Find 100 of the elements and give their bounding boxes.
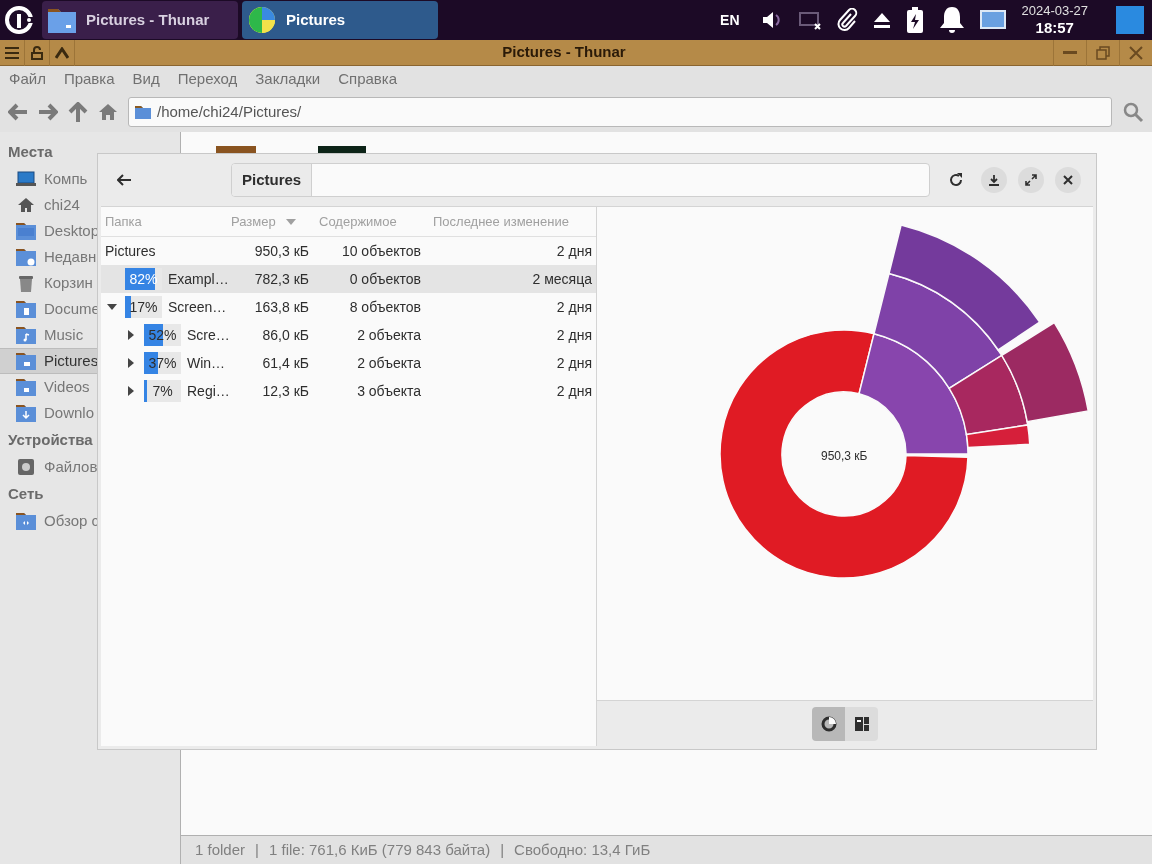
size-cell-text: 782,3 кБ: [253, 269, 309, 289]
modified-cell-text: 2 дня: [555, 325, 593, 345]
network-folder-icon: [16, 511, 36, 531]
sidebar-item[interactable]: Файлов: [0, 454, 180, 480]
window-title: Pictures - Thunar: [502, 42, 626, 63]
back-arrow-icon: [117, 174, 131, 186]
location-field[interactable]: /home/chi24/Pictures/: [128, 97, 1112, 127]
folder-name: Scre…: [187, 325, 230, 345]
menu-item[interactable]: Правка: [63, 67, 115, 91]
modified-cell-text: 2 дня: [555, 381, 593, 401]
menu-item[interactable]: Переход: [177, 67, 238, 91]
contents-cell-text: 2 объекта: [356, 353, 421, 373]
menu-icon: [5, 46, 19, 59]
expander-icon[interactable]: [107, 302, 117, 312]
modified-cell-text: 2 месяца: [531, 269, 593, 289]
folder-name: Exampl…: [168, 269, 229, 289]
percent-label: 7%: [151, 381, 174, 401]
column-header[interactable]: Последнее изменение: [421, 207, 596, 236]
menu-item[interactable]: Файл: [9, 67, 46, 91]
drive-icon: [16, 457, 36, 477]
downloads-folder-icon: [16, 403, 36, 423]
size-cell-text: 86,0 кБ: [261, 325, 309, 345]
clock-time[interactable]: 18:57: [1035, 18, 1074, 38]
back-arrow-icon[interactable]: [8, 103, 28, 121]
paperclip-icon[interactable]: [835, 8, 858, 32]
modified-cell-text: 2 дня: [555, 241, 593, 261]
size-cell-text: 61,4 кБ: [261, 353, 309, 373]
minimize-icon: [1063, 50, 1077, 55]
status-folders: 1 folder: [195, 839, 246, 860]
expander-icon[interactable]: [126, 358, 136, 368]
pie-chart-icon: [248, 6, 276, 34]
size-cell-text: 12,3 кБ: [261, 381, 309, 401]
menu-item[interactable]: Вид: [132, 67, 160, 91]
music-folder-icon: [16, 325, 36, 345]
size-cell-text: 950,3 кБ: [253, 241, 309, 261]
folder-name: Pictures: [105, 241, 156, 261]
folder-name: Regi…: [187, 381, 230, 401]
view-toggle-button[interactable]: [812, 706, 845, 741]
save-button[interactable]: [981, 167, 1007, 193]
contents-cell-text: 2 объекта: [356, 325, 421, 345]
folder-thumbnail[interactable]: [216, 146, 256, 153]
sort-descending-icon: [285, 218, 296, 225]
section-heading: Устройства: [7, 429, 94, 450]
taskbar-button[interactable]: Pictures - Thunar: [42, 1, 238, 39]
treemap-icon: [854, 716, 869, 731]
status-file-info: 1 file: 761,6 КиБ (779 843 байта): [268, 839, 491, 860]
pictures-folder-icon: [16, 351, 36, 371]
unlock-icon: [30, 45, 44, 60]
notification-bell-icon[interactable]: [937, 5, 966, 35]
home-icon: [16, 195, 36, 215]
documents-folder-icon: [16, 299, 36, 319]
close-icon: [1063, 175, 1073, 185]
refresh-icon: [948, 172, 964, 188]
caret-up-icon: [55, 46, 69, 59]
path-segment-button[interactable]: Pictures: [232, 164, 313, 196]
close-button[interactable]: [1055, 167, 1081, 193]
fullscreen-button[interactable]: [1018, 167, 1044, 193]
expander-icon[interactable]: [126, 386, 136, 396]
view-toggle-button[interactable]: [845, 706, 878, 741]
column-header[interactable]: Размер: [231, 207, 309, 236]
total-size-label: 950,3 кБ: [821, 448, 868, 465]
contents-cell-text: 8 объектов: [348, 297, 421, 317]
folder-name: Win…: [187, 353, 226, 373]
keyboard-layout-indicator[interactable]: EN: [720, 10, 740, 30]
expand-icon: [1025, 174, 1037, 186]
expander-icon[interactable]: [126, 330, 136, 340]
laptop-icon: [16, 169, 36, 189]
modified-cell-text: 2 дня: [555, 297, 593, 317]
folder-icon: [135, 105, 151, 119]
app-menu-logo-icon[interactable]: [4, 5, 34, 35]
forward-arrow-icon[interactable]: [38, 103, 58, 121]
taskbar-button[interactable]: Pictures: [242, 1, 438, 39]
home-icon[interactable]: [98, 103, 118, 121]
download-icon: [989, 174, 999, 186]
menu-item[interactable]: Справка: [338, 67, 398, 91]
separator-text: |: [255, 839, 259, 860]
menu-item[interactable]: Закладки: [255, 67, 321, 91]
status-free-space: Свободно: 13,4 ГиБ: [514, 839, 651, 860]
battery-charging-icon[interactable]: [905, 7, 924, 33]
folder-name: Screen…: [168, 297, 227, 317]
clock-date: 2024-03-27: [1021, 2, 1088, 19]
column-header[interactable]: Содержимое: [309, 207, 421, 236]
close-icon: [1129, 45, 1143, 60]
separator-text: |: [500, 839, 505, 860]
contents-cell-text: 3 объекта: [356, 381, 421, 401]
restore-icon: [1096, 45, 1110, 60]
tree-row[interactable]: Pictures 950,3 кБ 10 объектов 2 дня: [101, 237, 596, 265]
modified-cell-text: 2 дня: [555, 353, 593, 373]
up-arrow-icon[interactable]: [68, 102, 88, 122]
videos-folder-icon: [16, 377, 36, 397]
monitor-icon[interactable]: [979, 10, 1006, 30]
contents-cell-text: 10 объектов: [340, 241, 421, 261]
contents-cell-text: 0 объектов: [348, 269, 421, 289]
size-cell-text: 163,8 кБ: [253, 297, 309, 317]
folder-icon: [48, 7, 76, 33]
search-icon[interactable]: [1122, 101, 1144, 123]
section-heading: Сеть: [7, 483, 45, 504]
desktop-folder-icon: [16, 221, 36, 241]
sidebar-item[interactable]: Компь: [0, 166, 180, 192]
recent-folder-icon: [16, 247, 36, 267]
